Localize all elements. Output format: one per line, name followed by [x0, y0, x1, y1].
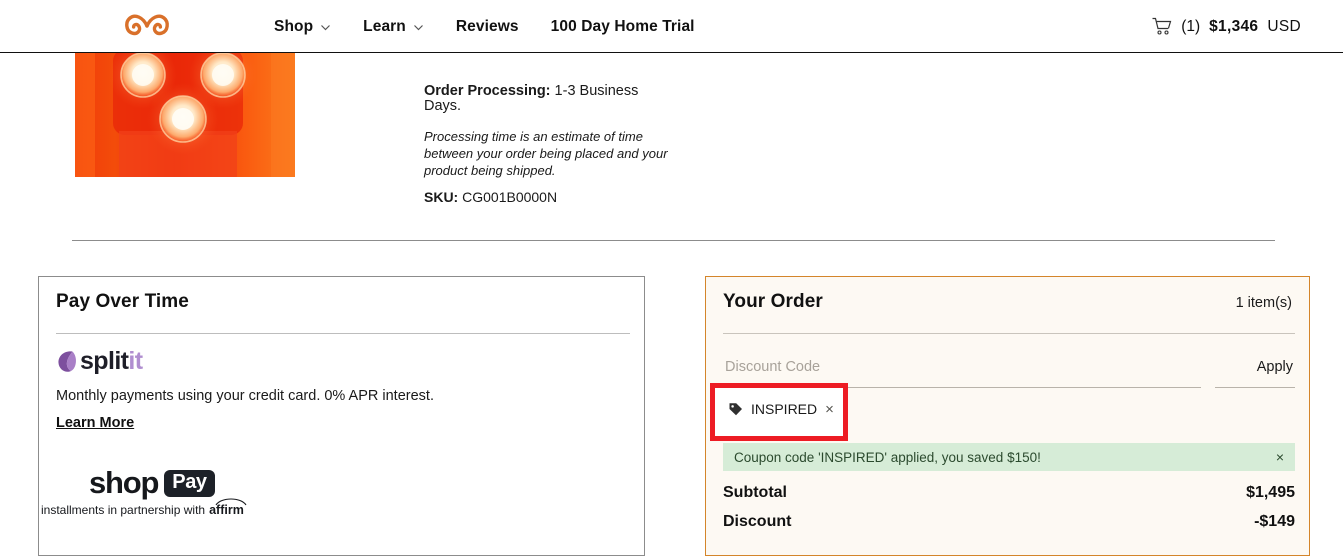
nav-item-reviews-label: Reviews [455, 17, 519, 35]
shopping-cart-icon [1152, 17, 1172, 36]
order-processing-line: Order Processing: 1-3 Business Days. [424, 84, 674, 114]
cart-currency: USD [1267, 17, 1301, 35]
site-header: Shop Learn Reviews 100 Day Home Trial (1… [0, 0, 1343, 53]
summary-row-subtotal: Subtotal $1,495 [723, 478, 1295, 508]
shop-pay-badge: Pay [164, 469, 215, 497]
logo-svg [125, 14, 169, 36]
nav-item-learn-label: Learn [363, 17, 406, 35]
applied-coupon-code: INSPIRED [751, 401, 818, 417]
order-summary-panel: Your Order 1 item(s) Apply INSPIRED × Co… [705, 276, 1310, 556]
product-details: Order Processing: 1-3 Business Days. Pro… [424, 84, 674, 206]
order-summary-rule [723, 333, 1295, 334]
splitit-wordmark: splitit [80, 347, 143, 376]
subtotal-value: $1,495 [1246, 484, 1295, 501]
nav-item-home-trial[interactable]: 100 Day Home Trial [551, 18, 695, 36]
applied-coupon-chip[interactable]: INSPIRED × [728, 401, 834, 417]
discount-value: -$149 [1254, 513, 1295, 530]
section-divider [72, 240, 1275, 241]
nav-item-learn[interactable]: Learn [363, 18, 424, 36]
learn-more-link[interactable]: Learn More [56, 415, 134, 431]
summary-row-discount: Discount -$149 [723, 507, 1295, 537]
affirm-footnote-text: installments in partnership with [41, 503, 206, 517]
splitit-word-light: it [128, 347, 143, 375]
price-tag-icon [728, 402, 743, 417]
order-summary-title: Your Order [723, 291, 823, 312]
cart-summary[interactable]: (1) $1,346 USD [1152, 0, 1301, 53]
shop-pay-logo: shop Pay installments in partnership wit… [41, 465, 247, 517]
affirm-arc-icon [215, 498, 247, 506]
coupon-applied-alert: Coupon code 'INSPIRED' applied, you save… [723, 443, 1295, 471]
pay-over-time-rule [56, 333, 630, 334]
sku-value: CG001B0000N [462, 189, 558, 205]
sku-line: SKU: CG001B0000N [424, 189, 674, 205]
pay-over-time-panel: Pay Over Time splitit Monthly payments u… [38, 276, 645, 556]
product-thumbnail[interactable] [75, 53, 295, 177]
affirm-wordmark: affirm [209, 498, 247, 517]
coupon-alert-message: Coupon code 'INSPIRED' applied, you save… [734, 449, 1041, 465]
nav-item-home-trial-label: 100 Day Home Trial [550, 17, 695, 35]
shop-pay-row: shop Pay [89, 465, 215, 501]
order-processing-label: Order Processing: [424, 83, 551, 99]
nav-item-reviews[interactable]: Reviews [456, 18, 519, 36]
affirm-footnote: installments in partnership with affirm [41, 498, 247, 517]
infinity-spiral-logo-icon[interactable] [121, 7, 173, 45]
splitit-leaf-icon [56, 349, 78, 374]
nav-item-shop-label: Shop [274, 17, 314, 35]
chevron-down-icon [413, 22, 424, 33]
product-image-svg [75, 53, 295, 177]
apply-discount-button[interactable]: Apply [1215, 353, 1295, 388]
nav-item-shop[interactable]: Shop [274, 18, 331, 36]
chevron-down-icon [320, 22, 331, 33]
remove-coupon-icon[interactable]: × [825, 402, 834, 417]
cart-total-amount: $1,346 [1209, 17, 1259, 35]
processing-time-note: Processing time is an estimate of time b… [424, 129, 668, 178]
subtotal-label: Subtotal [723, 484, 787, 501]
discount-label: Discount [723, 513, 792, 530]
splitit-word-dark: split [80, 347, 129, 375]
pay-over-time-description: Monthly payments using your credit card.… [56, 388, 434, 404]
shop-pay-word: shop [89, 465, 159, 500]
sku-label: SKU: [424, 189, 459, 205]
main-navigation: Shop Learn Reviews 100 Day Home Trial [274, 0, 727, 53]
cart-item-count: (1) [1181, 17, 1201, 35]
order-item-count: 1 item(s) [1235, 295, 1292, 311]
close-alert-icon[interactable]: × [1276, 450, 1284, 464]
pay-over-time-title: Pay Over Time [56, 291, 189, 312]
splitit-logo: splitit [56, 347, 143, 376]
